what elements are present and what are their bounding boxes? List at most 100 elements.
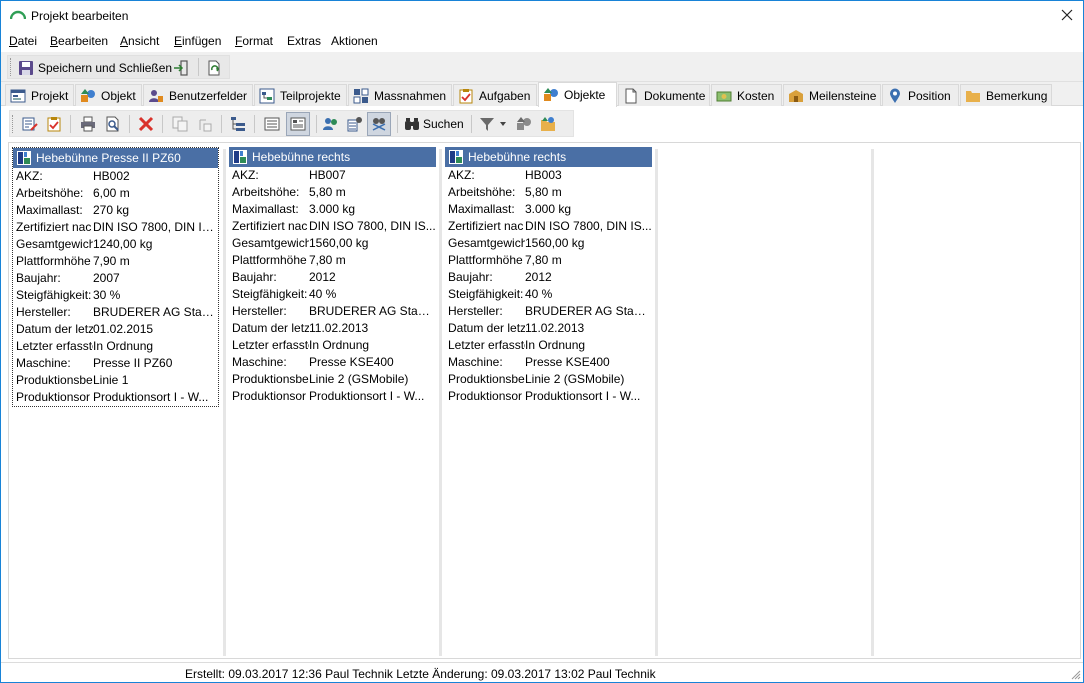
paste-button[interactable] — [197, 113, 213, 135]
list-view-button[interactable] — [264, 113, 280, 135]
card-row: Arbeitshöhe: 5,80 m — [229, 184, 436, 201]
machine-object-icon — [17, 151, 31, 165]
field-value: DIN ISO 7800, DIN IS... — [93, 220, 218, 234]
toolbar-grip[interactable] — [12, 115, 15, 133]
project-icon — [10, 89, 26, 102]
tab-teilprojekte[interactable]: Teilprojekte — [254, 84, 347, 106]
tab-position[interactable]: Position — [882, 84, 959, 106]
toolbar-separator — [254, 115, 255, 133]
menu-ansicht[interactable]: Ansicht — [120, 34, 159, 48]
menu-datei[interactable]: Datei — [9, 34, 37, 48]
toolbar-separator — [129, 115, 130, 133]
field-value: 11.02.2013 — [309, 321, 369, 335]
toolbar-separator — [162, 115, 163, 133]
field-label: Maschine: — [232, 355, 287, 369]
toolbar-separator — [316, 115, 317, 133]
assign-users-button[interactable] — [323, 113, 339, 135]
card-header[interactable]: Hebebühne rechts — [229, 147, 436, 167]
field-label: Maximallast: — [448, 202, 515, 216]
card-row: Arbeitshöhe: 5,80 m — [445, 184, 652, 201]
exit-button[interactable] — [173, 57, 189, 79]
print-button[interactable] — [80, 113, 96, 135]
column-separator[interactable] — [439, 149, 442, 656]
tab-label: Teilprojekte — [280, 88, 341, 103]
search-button[interactable]: Suchen — [404, 113, 464, 135]
field-value: 7,80 m — [525, 253, 562, 267]
field-label: Hersteller: — [448, 304, 503, 318]
card-row: Baujahr: 2012 — [445, 269, 652, 286]
check-object-button[interactable] — [46, 113, 62, 135]
card-row: Gesamtgewich 1560,00 kg — [229, 235, 436, 252]
field-value: HB002 — [93, 169, 130, 183]
card-header[interactable]: Hebebühne Presse II PZ60 — [13, 148, 218, 168]
menu-aktionen[interactable]: Aktionen — [331, 34, 378, 48]
card-view-button[interactable] — [286, 112, 310, 136]
menu-einfuegen[interactable]: Einfügen — [174, 34, 221, 48]
toolbar-separator — [198, 58, 199, 76]
filter-dropdown-button[interactable] — [479, 113, 507, 135]
field-value: Produktionsort I - W... — [525, 389, 641, 403]
menu-bar: Datei Bearbeiten Ansicht Einfügen Format… — [1, 31, 1083, 52]
menu-bearbeiten[interactable]: Bearbeiten — [50, 34, 108, 48]
shapes-filter-icon — [517, 117, 531, 130]
tab-bemerkung[interactable]: Bemerkung — [960, 84, 1052, 106]
refresh-document-button[interactable] — [206, 57, 222, 79]
field-label: AKZ: — [232, 168, 259, 182]
save-and-close-button[interactable]: Speichern und Schließen — [18, 57, 172, 79]
objects-toolbar-group: Suchen — [9, 110, 574, 137]
field-value: 5,80 m — [525, 185, 562, 199]
tab-bar: Projekt Objekt Benutzerfelder Teilprojek… — [1, 82, 1083, 107]
card-header[interactable]: Hebebühne rechts — [445, 147, 652, 167]
column-separator[interactable] — [871, 149, 874, 656]
object-filter-button[interactable] — [516, 113, 532, 135]
object-card[interactable]: Hebebühne Presse II PZ60 AKZ: HB002 Arbei… — [12, 147, 219, 407]
tab-dokumente[interactable]: Dokumente — [618, 84, 710, 106]
card-row: Letzter erfasste In Ordnung — [13, 338, 218, 355]
tab-benutzerfelder[interactable]: Benutzerfelder — [143, 84, 253, 106]
menu-extras[interactable]: Extras — [287, 34, 321, 48]
copy-button[interactable] — [172, 113, 188, 135]
toolbar-grip[interactable] — [10, 58, 13, 76]
tab-label: Aufgaben — [479, 88, 531, 103]
card-row: Plattformhöhe 7,90 m — [13, 253, 218, 270]
tab-meilensteine[interactable]: Meilensteine — [783, 84, 881, 106]
tab-aufgaben[interactable]: Aufgaben — [453, 84, 537, 106]
delete-button[interactable] — [138, 113, 154, 135]
card-row: Baujahr: 2007 — [13, 270, 218, 287]
tree-view-button[interactable] — [230, 113, 246, 135]
column-separator[interactable] — [223, 149, 226, 656]
card-row: Hersteller: BRUDERER AG Stanz... — [445, 303, 652, 320]
copy-icon — [172, 116, 188, 132]
field-value: Presse KSE400 — [309, 355, 394, 369]
tab-kosten[interactable]: Kosten — [711, 84, 782, 106]
edit-object-button[interactable] — [22, 113, 38, 135]
team-filter-button[interactable] — [367, 112, 391, 136]
tab-massnahmen[interactable]: Massnahmen — [348, 84, 452, 106]
tab-objekte[interactable]: Objekte — [538, 82, 617, 107]
card-row: Maschine: Presse KSE400 — [445, 354, 652, 371]
toolbar-separator — [397, 115, 398, 133]
menu-format[interactable]: Format — [235, 34, 273, 48]
print-preview-button[interactable] — [105, 113, 121, 135]
field-value: HB007 — [309, 168, 346, 182]
close-window-button[interactable] — [1057, 5, 1077, 25]
object-card[interactable]: Hebebühne rechts AKZ: HB003 Arbeitshöhe: 5… — [445, 147, 652, 405]
field-label: Plattformhöhe — [448, 253, 523, 267]
card-row: Baujahr: 2012 — [229, 269, 436, 286]
tab-objekt[interactable]: Objekt — [75, 84, 142, 106]
tab-label: Bemerkung — [986, 88, 1048, 103]
card-row: Datum der letz 11.02.2013 — [445, 320, 652, 337]
tab-label: Kosten — [737, 88, 775, 103]
list-view-icon — [264, 117, 280, 131]
column-separator[interactable] — [655, 149, 658, 656]
tab-projekt[interactable]: Projekt — [5, 84, 74, 106]
folder-objects-button[interactable] — [540, 113, 556, 135]
card-row: Steigfähigkeit: 30 % — [13, 287, 218, 304]
resize-grip-icon[interactable] — [1071, 670, 1081, 680]
card-row: Maximallast: 3.000 kg — [445, 201, 652, 218]
tab-label: Projekt — [31, 88, 69, 103]
subprojects-icon — [259, 88, 275, 103]
app-logo-icon — [10, 10, 26, 20]
object-card[interactable]: Hebebühne rechts AKZ: HB007 Arbeitshöhe: 5… — [229, 147, 436, 405]
assign-objects-button[interactable] — [347, 113, 363, 135]
